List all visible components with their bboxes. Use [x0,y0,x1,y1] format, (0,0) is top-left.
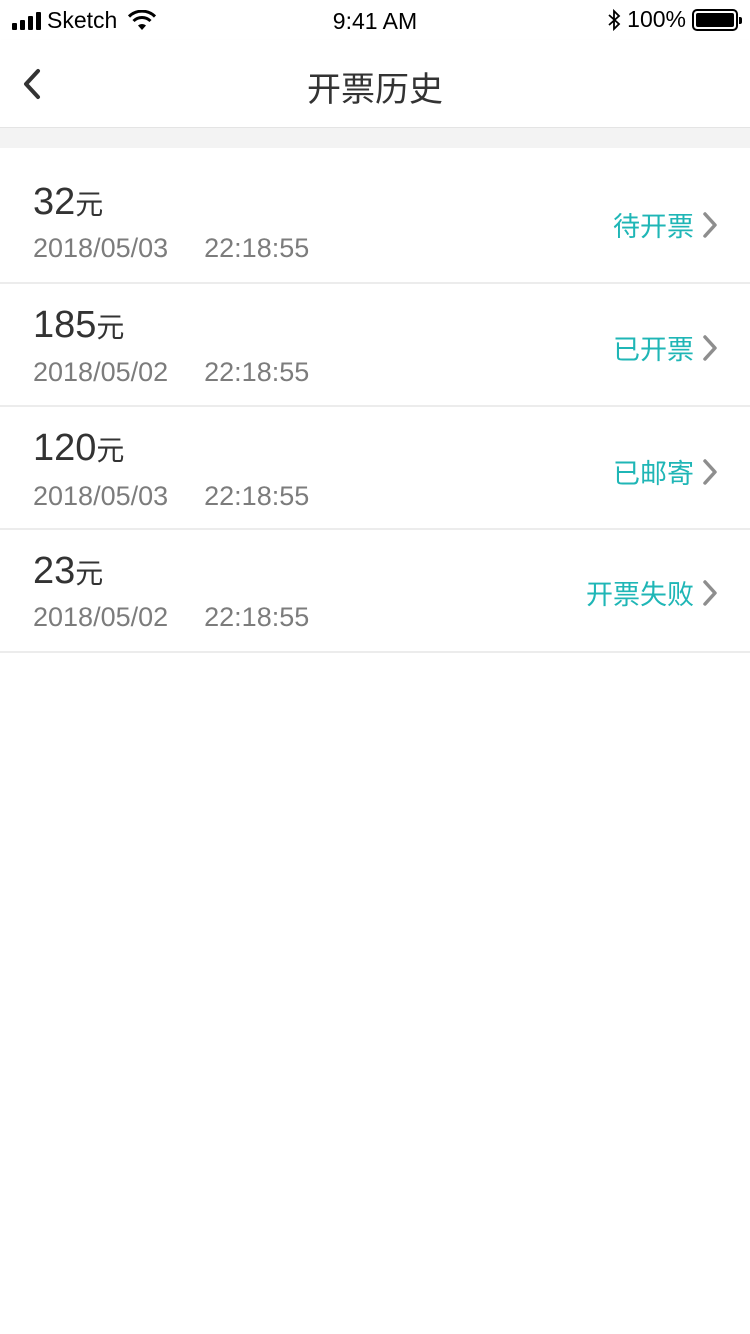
chevron-right-icon [703,211,717,238]
chevron-right-icon [703,334,717,361]
status-bar: Sketch 9:41 AM 100% [0,0,750,40]
invoice-datetime: 2018/05/02 22:18:55 [33,359,309,386]
invoice-list-item[interactable]: 23元 2018/05/02 22:18:55 开票失败 [0,530,750,653]
invoice-amount: 120元 [33,429,124,467]
invoice-datetime: 2018/05/03 22:18:55 [33,235,309,262]
navigation-bar: 开票历史 [0,40,750,128]
battery-percentage: 100% [627,6,686,32]
amount-unit: 元 [96,311,125,344]
invoice-status: 已开票 [613,335,694,366]
invoice-status-link[interactable]: 开票失败 [586,573,720,612]
invoice-time: 22:18:55 [204,357,310,387]
invoice-status-link[interactable]: 已邮寄 [613,452,720,491]
bluetooth-icon [608,8,621,31]
invoice-status-link[interactable]: 待开票 [613,205,720,244]
amount-value: 185 [33,304,97,346]
invoice-datetime: 2018/05/03 22:18:55 [33,483,309,510]
amount-unit: 元 [75,557,104,590]
amount-value: 32 [33,181,76,223]
chevron-right-icon [703,579,717,606]
invoice-status-link[interactable]: 已开票 [613,328,720,367]
invoice-amount: 185元 [33,306,124,344]
invoice-time: 22:18:55 [204,233,310,263]
amount-value: 23 [33,550,76,592]
battery-icon [692,8,742,31]
invoice-status: 待开票 [613,212,694,243]
invoice-status: 已邮寄 [613,459,694,490]
invoice-list-item[interactable]: 185元 2018/05/02 22:18:55 已开票 [0,284,750,407]
invoice-status: 开票失败 [586,580,694,611]
invoice-datetime: 2018/05/02 22:18:55 [33,604,309,631]
amount-unit: 元 [96,434,125,467]
chevron-right-icon [703,458,717,485]
amount-unit: 元 [75,188,104,221]
invoice-amount: 23元 [33,552,103,590]
status-bar-right: 100% [607,6,742,33]
invoice-date: 2018/05/03 [33,233,169,263]
invoice-time: 22:18:55 [204,481,310,511]
invoice-list-item[interactable]: 32元 2018/05/03 22:18:55 待开票 [0,148,750,284]
invoice-history-list: 32元 2018/05/03 22:18:55 待开票 185元 2018/05/… [0,148,750,653]
section-separator [0,128,750,148]
page-title: 开票历史 [307,70,443,110]
invoice-list-item[interactable]: 120元 2018/05/03 22:18:55 已邮寄 [0,407,750,530]
invoice-date: 2018/05/03 [33,481,169,511]
invoice-date: 2018/05/02 [33,602,169,632]
invoice-date: 2018/05/02 [33,357,169,387]
invoice-time: 22:18:55 [204,602,310,632]
invoice-amount: 32元 [33,183,103,221]
amount-value: 120 [33,427,97,469]
